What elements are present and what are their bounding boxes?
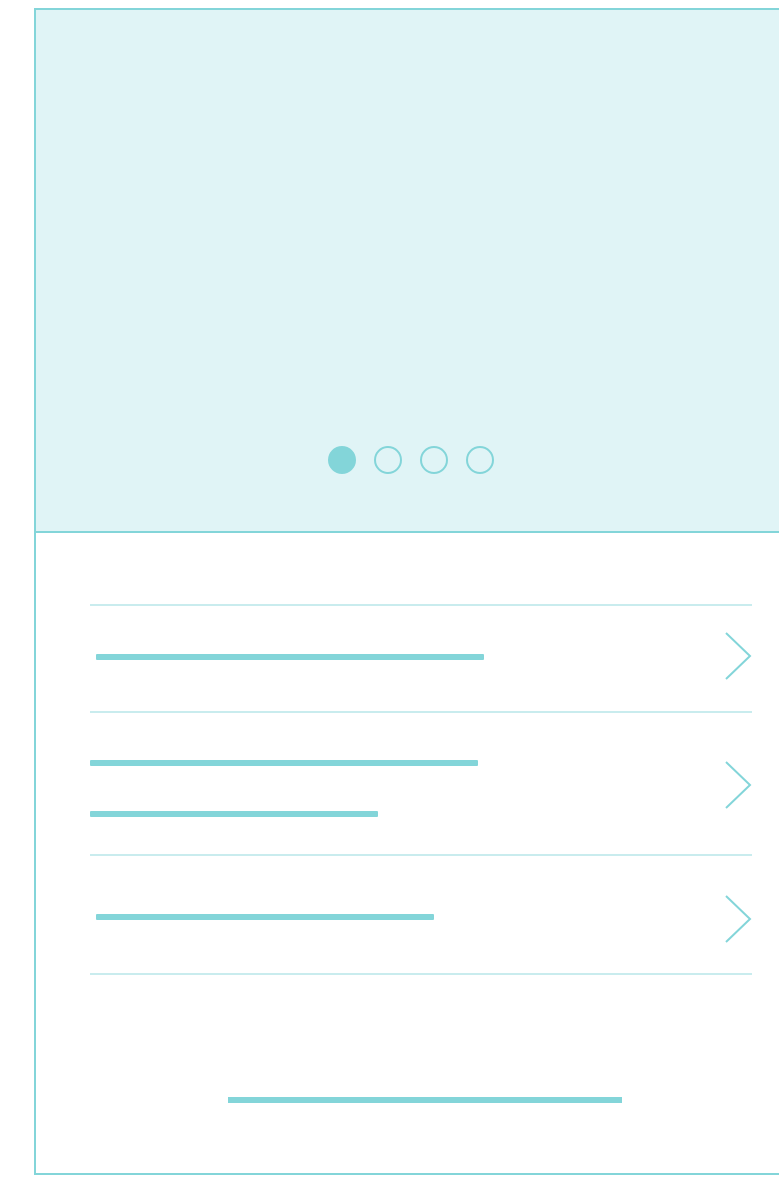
footer-link-placeholder[interactable] xyxy=(228,1097,622,1103)
chevron-right-icon xyxy=(724,894,752,944)
carousel-dot-3[interactable] xyxy=(420,446,448,474)
carousel-pagination xyxy=(328,446,494,474)
text-placeholder-line xyxy=(90,760,478,766)
list-item-3[interactable] xyxy=(90,856,752,973)
text-placeholder-line xyxy=(90,811,378,817)
hero-carousel[interactable] xyxy=(36,10,779,533)
chevron-right-icon xyxy=(724,760,752,810)
carousel-dot-4[interactable] xyxy=(466,446,494,474)
list-item-1[interactable] xyxy=(90,606,752,712)
carousel-dot-1[interactable] xyxy=(328,446,356,474)
wireframe-screen xyxy=(34,8,779,1175)
text-placeholder-line xyxy=(96,914,434,920)
chevron-right-icon xyxy=(724,631,752,681)
list-item-2[interactable] xyxy=(90,713,752,854)
carousel-dot-2[interactable] xyxy=(374,446,402,474)
text-placeholder-line xyxy=(96,654,484,660)
list-divider-bottom xyxy=(90,973,752,975)
